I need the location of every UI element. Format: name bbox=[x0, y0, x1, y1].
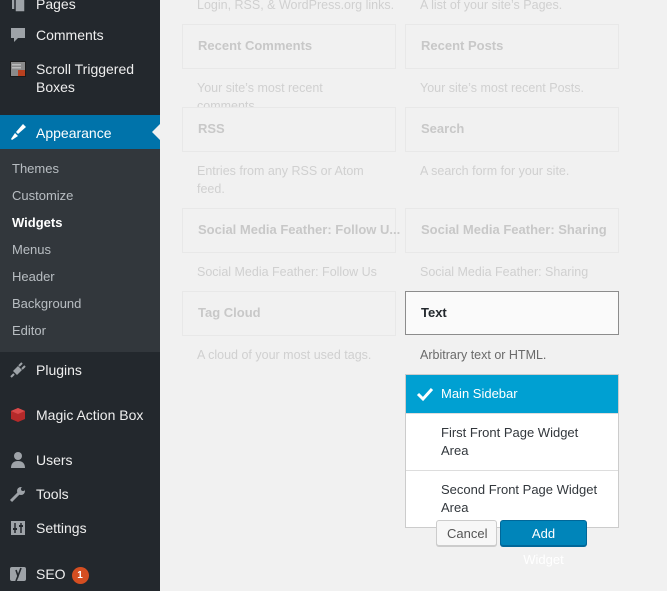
wrench-icon bbox=[0, 484, 36, 504]
sidebar-item-label: SEO bbox=[36, 566, 66, 582]
paintbrush-icon bbox=[0, 122, 36, 142]
widget-description: Login, RSS, & WordPress.org links. bbox=[197, 0, 395, 12]
widget-title: Social Media Feather: Follow U... bbox=[198, 222, 401, 237]
submenu-item-widgets[interactable]: Widgets bbox=[12, 214, 62, 232]
widget-title: RSS bbox=[198, 121, 225, 136]
widget-description: Entries from any RSS or Atom feed. bbox=[197, 164, 364, 196]
sidebar-item-label-wrap: SEO 1 bbox=[36, 564, 89, 584]
active-indicator-arrow bbox=[152, 124, 160, 140]
notification-badge: 1 bbox=[71, 567, 89, 584]
settings-sliders-icon bbox=[0, 518, 36, 538]
widget-title: Social Media Feather: Sharing bbox=[421, 222, 607, 237]
widget-social-media-follow[interactable]: Social Media Feather: Follow U... bbox=[182, 208, 400, 253]
widget-recent-comments[interactable]: Recent Comments bbox=[182, 24, 396, 69]
pages-icon bbox=[0, 0, 36, 14]
yoast-icon bbox=[0, 564, 36, 584]
widget-description: Social Media Feather: Follow Us bbox=[197, 265, 377, 279]
plug-icon bbox=[0, 360, 36, 380]
scroll-triggered-boxes-icon bbox=[0, 59, 36, 79]
widget-title: Recent Posts bbox=[421, 38, 504, 53]
widget-social-media-sharing[interactable]: Social Media Feather: Sharing bbox=[405, 208, 619, 253]
chooser-option-second-front-page[interactable]: Second Front Page Widget Area bbox=[406, 470, 618, 527]
sidebar-item-plugins[interactable]: Plugins bbox=[0, 360, 160, 380]
widget-area-chooser: Main Sidebar First Front Page Widget Are… bbox=[405, 374, 619, 528]
sidebar-item-appearance[interactable]: Appearance bbox=[0, 115, 160, 149]
widget-description: Social Media Feather: Sharing bbox=[420, 265, 589, 279]
widget-tag-cloud[interactable]: Tag Cloud bbox=[182, 291, 396, 336]
sidebar-item-label: Settings bbox=[36, 520, 87, 536]
chooser-option-label: First Front Page Widget Area bbox=[441, 425, 579, 458]
sidebar-item-label: Comments bbox=[36, 27, 104, 43]
chooser-option-main-sidebar[interactable]: Main Sidebar bbox=[406, 375, 618, 413]
sidebar-item-settings[interactable]: Settings bbox=[0, 518, 160, 538]
submenu-item-customize[interactable]: Customize bbox=[12, 187, 73, 205]
add-widget-button[interactable]: Add Widget bbox=[500, 520, 587, 567]
widget-search[interactable]: Search bbox=[405, 107, 619, 152]
user-icon bbox=[0, 450, 36, 470]
appearance-submenu: Themes Customize Widgets Menus Header Ba… bbox=[0, 149, 160, 352]
sidebar-item-tools[interactable]: Tools bbox=[0, 484, 160, 504]
widget-rss[interactable]: RSS bbox=[182, 107, 396, 152]
magic-box-icon bbox=[0, 405, 36, 425]
submenu-item-header[interactable]: Header bbox=[12, 268, 55, 286]
sidebar-item-label: Magic Action Box bbox=[36, 407, 144, 423]
admin-sidebar: Pages Comments Scroll Triggered Boxes Ap… bbox=[0, 0, 160, 591]
sidebar-item-users[interactable]: Users bbox=[0, 450, 160, 470]
chooser-option-label: Second Front Page Widget Area bbox=[441, 482, 598, 515]
widget-title: Search bbox=[421, 121, 465, 136]
sidebar-item-label: Tools bbox=[36, 486, 69, 502]
widget-description: Arbitrary text or HTML. bbox=[420, 348, 547, 362]
widget-title: Text bbox=[421, 305, 447, 320]
chooser-option-first-front-page[interactable]: First Front Page Widget Area bbox=[406, 413, 618, 470]
widget-description: A cloud of your most used tags. bbox=[197, 348, 372, 362]
comments-icon bbox=[0, 25, 36, 45]
submenu-item-themes[interactable]: Themes bbox=[12, 160, 59, 178]
cancel-button[interactable]: Cancel bbox=[436, 520, 497, 546]
widget-recent-posts[interactable]: Recent Posts bbox=[405, 24, 619, 69]
checkmark-icon bbox=[416, 387, 434, 402]
sidebar-item-magic-action-box[interactable]: Magic Action Box bbox=[0, 405, 160, 425]
sidebar-item-label: Users bbox=[36, 452, 73, 468]
sidebar-item-label: Pages bbox=[36, 0, 76, 12]
widget-text[interactable]: Text bbox=[405, 291, 619, 335]
submenu-item-menus[interactable]: Menus bbox=[12, 241, 51, 259]
widget-description: A list of your site’s Pages. bbox=[420, 0, 563, 12]
submenu-item-background[interactable]: Background bbox=[12, 295, 81, 313]
sidebar-item-seo[interactable]: SEO 1 bbox=[0, 564, 160, 584]
sidebar-item-label: Appearance bbox=[36, 124, 112, 141]
sidebar-item-pages[interactable]: Pages bbox=[0, 0, 160, 14]
widget-title: Recent Comments bbox=[198, 38, 313, 53]
sidebar-item-scroll-triggered-boxes[interactable]: Scroll Triggered Boxes bbox=[0, 59, 160, 96]
widget-description: A search form for your site. bbox=[420, 164, 570, 178]
submenu-item-editor[interactable]: Editor bbox=[12, 322, 46, 340]
widget-description: Your site’s most recent Posts. bbox=[420, 81, 584, 95]
sidebar-item-comments[interactable]: Comments bbox=[0, 25, 160, 45]
chooser-option-label: Main Sidebar bbox=[441, 386, 518, 401]
sidebar-item-label: Scroll Triggered Boxes bbox=[36, 61, 135, 95]
sidebar-item-label: Plugins bbox=[36, 362, 82, 378]
widget-title: Tag Cloud bbox=[198, 305, 261, 320]
